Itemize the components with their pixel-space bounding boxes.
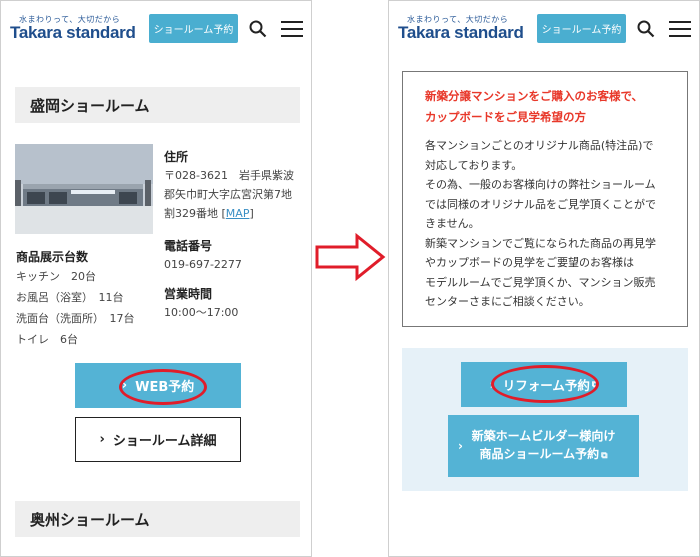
section-title-oshu: 奥州ショールーム	[15, 501, 300, 537]
search-icon[interactable]	[249, 20, 267, 38]
hours-text: 10:00～17:00	[164, 306, 239, 319]
hours-label: 営業時間	[164, 287, 213, 301]
display-item: トイレ 6台	[16, 333, 78, 346]
address-line: 郡矢巾町大字広宮沢第7地	[164, 188, 292, 201]
phone-number[interactable]: 019-697-2277	[164, 255, 242, 274]
notice-body-line: では同様のオリジナル品をご見学頂くことがで	[425, 197, 656, 211]
mansion-notice-box: 新築分譲マンションをご購入のお客様で、 カップボードをご見学希望の方 各マンショ…	[402, 71, 688, 327]
address-line: 割329番地	[164, 207, 222, 220]
hamburger-menu-icon[interactable]	[281, 21, 303, 37]
showroom-reserve-button[interactable]: ショールーム予約	[149, 14, 238, 43]
builder-button-text: 新築ホームビルダー様向け 商品ショールーム予約 ⧉	[472, 427, 616, 465]
notice-title: 新築分譲マンションをご購入のお客様で、 カップボードをご見学希望の方	[425, 86, 671, 128]
notice-body-line: 対応しております。	[425, 158, 523, 172]
highlight-oval	[491, 365, 599, 403]
builder-button-line: 商品ショールーム予約	[479, 447, 600, 461]
section-title-morioka: 盛岡ショールーム	[15, 87, 300, 123]
highlight-oval	[119, 369, 207, 405]
chevron-right-icon: ›	[458, 439, 463, 453]
notice-body-line: その為、一般のお客様向けの弊社ショールーム	[425, 178, 656, 191]
logo[interactable]: Takara standard	[10, 23, 136, 43]
red-arrow-icon	[315, 232, 386, 282]
notice-body-line: やカップボードの見学をご要望のお客様は	[425, 256, 634, 269]
display-item: 洗面台（洗面所） 17台	[16, 312, 135, 325]
showroom-detail-button[interactable]: › ショールーム詳細	[75, 417, 241, 462]
site-header: 水まわりって、大切だから Takara standard ショールーム予約	[389, 1, 699, 67]
builder-button-line: 新築ホームビルダー様向け	[471, 429, 616, 443]
map-link[interactable]: MAP	[226, 207, 250, 220]
display-count-label: 商品展示台数	[16, 250, 89, 264]
phone-label: 電話番号	[164, 239, 213, 253]
address-text: 〒028-3621 岩手県紫波 郡矢巾町大字広宮沢第7地 割329番地 [MAP…	[164, 166, 294, 223]
notice-body-line: センターさまにご相談ください。	[425, 295, 590, 308]
notice-body-line: モデルルームでご見学頂くか、マンション販売	[425, 275, 656, 289]
search-icon[interactable]	[637, 20, 655, 38]
address-line: 〒028-3621 岩手県紫波	[164, 169, 294, 182]
external-link-icon: ⧉	[601, 451, 608, 461]
showroom-detail-label: ショールーム詳細	[112, 434, 217, 449]
chevron-right-icon: ›	[99, 432, 105, 447]
notice-body: 各マンションごとのオリジナル商品(特注品)で 対応しております。 その為、一般の…	[425, 136, 671, 312]
left-panel: 水まわりって、大切だから Takara standard ショールーム予約 盛岡…	[0, 0, 312, 557]
right-panel: 水まわりって、大切だから Takara standard ショールーム予約 新築…	[388, 0, 700, 557]
showroom-reserve-button[interactable]: ショールーム予約	[537, 14, 626, 43]
builder-showroom-reserve-button[interactable]: › 新築ホームビルダー様向け 商品ショールーム予約 ⧉	[448, 415, 639, 477]
display-item: キッチン 20台	[16, 270, 96, 283]
logo[interactable]: Takara standard	[398, 23, 524, 43]
notice-body-line: きません。	[425, 217, 480, 230]
notice-title-line: 新築分譲マンションをご購入のお客様で、	[425, 89, 644, 103]
display-item: お風呂（浴室） 11台	[16, 291, 124, 304]
address-label: 住所	[164, 150, 189, 164]
hamburger-menu-icon[interactable]	[669, 21, 691, 37]
showroom-photo	[15, 144, 153, 234]
notice-body-line: 各マンションごとのオリジナル商品(特注品)で	[425, 139, 654, 152]
site-header: 水まわりって、大切だから Takara standard ショールーム予約	[1, 1, 311, 67]
notice-title-line: カップボードをご見学希望の方	[425, 110, 586, 124]
display-count-list: キッチン 20台 お風呂（浴室） 11台 洗面台（洗面所） 17台 トイレ 6台	[16, 266, 135, 350]
notice-body-line: 新築マンションでご覧になられた商品の再見学	[425, 236, 656, 250]
